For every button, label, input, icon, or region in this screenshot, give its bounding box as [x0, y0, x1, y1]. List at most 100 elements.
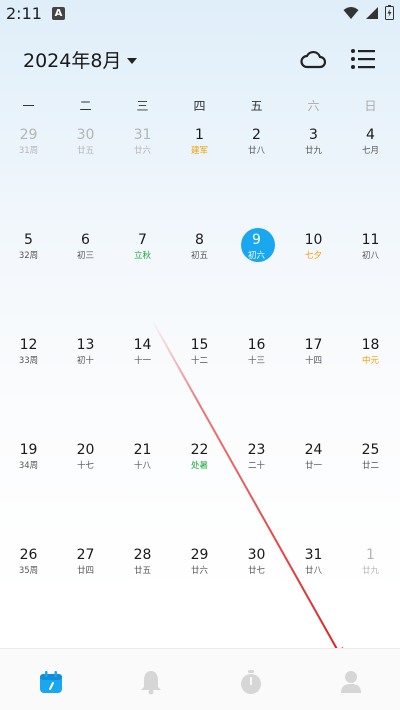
- day-cell[interactable]: 30 廿七: [228, 547, 285, 597]
- user-icon: [341, 671, 361, 693]
- day-cell[interactable]: 13 初十: [57, 337, 114, 387]
- profile-tab[interactable]: [336, 667, 366, 697]
- day-cell[interactable]: 12 33周: [0, 337, 57, 387]
- menu-button[interactable]: [348, 44, 378, 74]
- calendar-icon: [40, 671, 62, 693]
- day-number: 16: [247, 337, 266, 353]
- day-number: 18: [361, 337, 380, 353]
- day-number: 13: [76, 337, 95, 353]
- day-cell[interactable]: 22 处暑: [171, 442, 228, 492]
- wifi-icon: [343, 6, 359, 19]
- weekday-label: 五: [250, 99, 263, 113]
- day-cell[interactable]: 28 廿五: [114, 547, 171, 597]
- lunar-label: 35周: [18, 566, 39, 576]
- day-cell[interactable]: 2 廿八: [228, 127, 285, 177]
- lunar-label: 廿七: [247, 566, 265, 576]
- day-number: 28: [133, 547, 152, 563]
- lunar-label: 初八: [361, 251, 379, 261]
- day-cell[interactable]: 4 七月: [342, 127, 399, 177]
- lunar-label: 十七: [76, 461, 94, 471]
- day-cell[interactable]: 11 初八: [342, 232, 399, 282]
- lunar-label: 建军: [190, 146, 208, 156]
- day-number: 30: [247, 547, 266, 563]
- day-number: 5: [24, 232, 33, 248]
- weekday-label: 六: [307, 99, 320, 113]
- day-cell[interactable]: 1 建军: [171, 127, 228, 177]
- day-cell[interactable]: 25 廿二: [342, 442, 399, 492]
- lunar-label: 廿九: [304, 146, 322, 156]
- timer-tab[interactable]: [236, 667, 266, 697]
- day-cell[interactable]: 16 十三: [228, 337, 285, 387]
- lunar-label: 34周: [18, 461, 39, 471]
- reminder-tab[interactable]: [136, 667, 166, 697]
- weather-button[interactable]: [298, 44, 328, 74]
- day-cell[interactable]: 7 立秋: [114, 232, 171, 282]
- lunar-label: 十四: [304, 356, 322, 366]
- lunar-label: 廿六: [190, 566, 208, 576]
- weekday-label: 一: [22, 99, 35, 113]
- day-cell[interactable]: 17 十四: [285, 337, 342, 387]
- day-number: 4: [366, 127, 375, 143]
- day-cell[interactable]: 19 34周: [0, 442, 57, 492]
- day-number: 14: [133, 337, 152, 353]
- lunar-label: 十三: [247, 356, 265, 366]
- battery-icon: [385, 5, 394, 20]
- day-number: 10: [304, 232, 323, 248]
- day-cell[interactable]: 23 二十: [228, 442, 285, 492]
- day-number: 12: [19, 337, 38, 353]
- day-cell[interactable]: 14 十一: [114, 337, 171, 387]
- day-cell[interactable]: 3 廿九: [285, 127, 342, 177]
- lunar-label: 廿八: [304, 566, 322, 576]
- day-cell[interactable]: 15 十二: [171, 337, 228, 387]
- day-cell[interactable]: 8 初五: [171, 232, 228, 282]
- day-number: 19: [19, 442, 38, 458]
- day-number: 15: [190, 337, 209, 353]
- calendar-tab[interactable]: [36, 667, 66, 697]
- day-cell[interactable]: 6 初三: [57, 232, 114, 282]
- day-number: 21: [133, 442, 152, 458]
- day-cell[interactable]: 29 廿六: [171, 547, 228, 597]
- day-cell[interactable]: 30 廿五: [57, 127, 114, 177]
- day-number: 23: [247, 442, 266, 458]
- day-cell[interactable]: 26 35周: [0, 547, 57, 597]
- day-cell[interactable]: 31 廿八: [285, 547, 342, 597]
- lunar-label: 廿九: [361, 566, 379, 576]
- status-bar: 2:11 A: [0, 0, 400, 26]
- day-cell[interactable]: 1 廿九: [342, 547, 399, 597]
- lunar-label: 七月: [361, 146, 379, 156]
- day-number: 29: [190, 547, 209, 563]
- day-number: 22: [190, 442, 209, 458]
- day-number: 20: [76, 442, 95, 458]
- lunar-label: 廿六: [133, 146, 151, 156]
- day-cell[interactable]: 20 十七: [57, 442, 114, 492]
- lunar-label: 廿二: [361, 461, 379, 471]
- lunar-label: 立秋: [133, 251, 151, 261]
- day-cell[interactable]: 18 中元: [342, 337, 399, 387]
- day-number: 3: [309, 127, 318, 143]
- signal-icon: [366, 6, 378, 19]
- day-cell[interactable]: 21 十八: [114, 442, 171, 492]
- weekday-header: 一 二 三 四 五 六 日: [0, 97, 400, 115]
- lunar-label: 初六: [247, 251, 265, 261]
- day-number: 24: [304, 442, 323, 458]
- lunar-label: 初五: [190, 251, 208, 261]
- lunar-label: 初三: [76, 251, 94, 261]
- day-cell-today[interactable]: 9 初六: [228, 232, 285, 282]
- day-cell[interactable]: 29 31周: [0, 127, 57, 177]
- day-cell[interactable]: 27 廿四: [57, 547, 114, 597]
- lunar-label: 33周: [18, 356, 39, 366]
- day-cell[interactable]: 24 廿一: [285, 442, 342, 492]
- lunar-label: 初十: [76, 356, 94, 366]
- weekday-label: 日: [364, 99, 377, 113]
- month-title: 2024年8月: [23, 50, 122, 72]
- lunar-label: 廿八: [247, 146, 265, 156]
- day-number: 8: [195, 232, 204, 248]
- day-number: 29: [19, 127, 38, 143]
- bell-icon: [141, 671, 161, 695]
- cloud-icon: [300, 50, 326, 69]
- day-cell[interactable]: 5 32周: [0, 232, 57, 282]
- day-number: 11: [361, 232, 380, 248]
- day-cell[interactable]: 31 廿六: [114, 127, 171, 177]
- day-cell[interactable]: 10 七夕: [285, 232, 342, 282]
- month-selector[interactable]: 2024年8月: [23, 46, 138, 73]
